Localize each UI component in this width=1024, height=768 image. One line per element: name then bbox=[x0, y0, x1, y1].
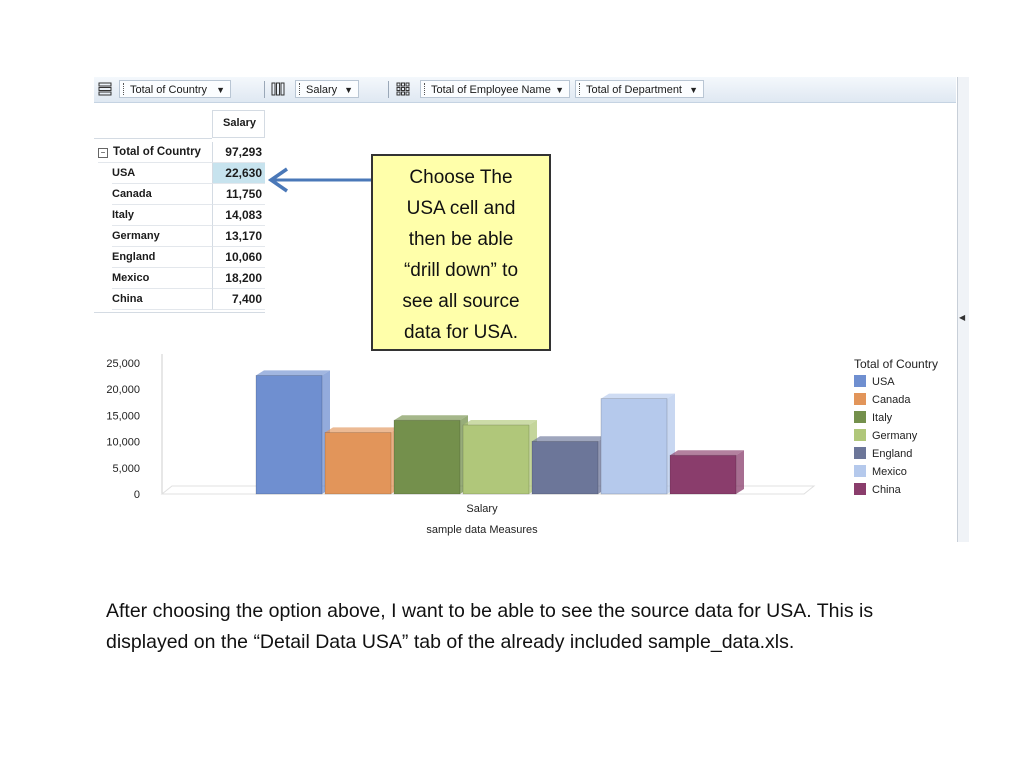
value-cell[interactable]: 18,200 bbox=[212, 268, 265, 289]
salary-column-header[interactable]: Salary bbox=[212, 110, 265, 138]
rows-dropdown[interactable]: Total of Country ▼ bbox=[119, 80, 231, 98]
total-row-label[interactable]: − Total of Country bbox=[98, 142, 212, 163]
callout-line: then be able bbox=[408, 229, 514, 250]
table-row-total: − Total of Country 97,293 bbox=[94, 142, 265, 163]
callout-line: see all source bbox=[402, 291, 520, 312]
value-cell[interactable]: 7,400 bbox=[212, 289, 265, 310]
legend-label: USA bbox=[872, 376, 895, 388]
legend-swatch bbox=[854, 411, 866, 423]
legend-label: Mexico bbox=[872, 466, 907, 478]
table-row: Germany 13,170 bbox=[94, 226, 265, 247]
table-row: Mexico 18,200 bbox=[94, 268, 265, 289]
y-tick-label: 20,000 bbox=[106, 384, 140, 396]
legend-item-germany[interactable]: Germany bbox=[854, 427, 938, 445]
legend-label: Canada bbox=[872, 394, 911, 406]
instruction-callout: Choose The USA cell and then be able “dr… bbox=[371, 154, 551, 351]
bar-mexico[interactable] bbox=[600, 393, 675, 495]
row-label[interactable]: England bbox=[112, 247, 212, 268]
table-row: China 7,400 bbox=[94, 289, 265, 310]
legend-item-italy[interactable]: Italy bbox=[854, 409, 938, 427]
legend-label: Italy bbox=[872, 412, 893, 424]
filter-grid-icon bbox=[396, 82, 410, 96]
callout-line: “drill down” to bbox=[403, 260, 519, 281]
chevron-down-icon: ▼ bbox=[689, 85, 698, 95]
columns-icon bbox=[271, 82, 285, 96]
legend-swatch bbox=[854, 375, 866, 387]
pointer-arrow bbox=[267, 167, 371, 193]
bar-england[interactable] bbox=[531, 436, 606, 495]
toolbar-divider bbox=[388, 81, 389, 98]
legend-items: USA Canada Italy Germany England Mexico China bbox=[854, 373, 938, 499]
value-cell[interactable]: 13,170 bbox=[212, 226, 265, 247]
y-tick-label: 10,000 bbox=[106, 437, 140, 449]
legend-item-usa[interactable]: USA bbox=[854, 373, 938, 391]
row-label[interactable]: USA bbox=[112, 163, 212, 184]
legend-label: China bbox=[872, 484, 901, 496]
row-label[interactable]: Mexico bbox=[112, 268, 212, 289]
department-filter-dropdown[interactable]: Total of Department ▼ bbox=[575, 80, 704, 98]
callout-line: data for USA. bbox=[403, 322, 519, 343]
table-row: Canada 11,750 bbox=[94, 184, 265, 205]
y-tick-label: 5,000 bbox=[112, 463, 140, 475]
table-row: Italy 14,083 bbox=[94, 205, 265, 226]
y-tick-label: 25,000 bbox=[106, 358, 140, 370]
x-category-label: Salary bbox=[466, 503, 498, 515]
rows-icon bbox=[98, 82, 112, 96]
y-tick-label: 15,000 bbox=[106, 410, 140, 422]
legend-swatch bbox=[854, 393, 866, 405]
chevron-down-icon: ▼ bbox=[216, 85, 225, 95]
right-pane-border bbox=[957, 77, 969, 542]
legend-item-mexico[interactable]: Mexico bbox=[854, 463, 938, 481]
value-cell[interactable]: 11,750 bbox=[212, 184, 265, 205]
callout-line: Choose The bbox=[409, 167, 513, 188]
row-label[interactable]: Germany bbox=[112, 226, 212, 247]
bar-germany[interactable] bbox=[462, 419, 537, 495]
chart-subtitle: sample data Measures bbox=[426, 524, 538, 536]
collapse-minus-icon[interactable]: − bbox=[98, 148, 108, 158]
legend-item-canada[interactable]: Canada bbox=[854, 391, 938, 409]
usa-value-cell[interactable]: 22,630 bbox=[212, 163, 265, 184]
chevron-down-icon: ▼ bbox=[555, 85, 564, 95]
chevron-down-icon: ▼ bbox=[344, 85, 353, 95]
legend-label: Germany bbox=[872, 430, 918, 442]
chart-legend: Total of Country USA Canada Italy Germany En… bbox=[854, 357, 938, 499]
row-label[interactable]: Italy bbox=[112, 205, 212, 226]
employee-filter-dropdown[interactable]: Total of Employee Name ▼ bbox=[420, 80, 570, 98]
chart-canvas: 25,000 20,000 15,000 10,000 5,000 0 Salary samp… bbox=[106, 354, 816, 536]
salary-bar-chart: 25,000 20,000 15,000 10,000 5,000 0 Salary samp… bbox=[94, 352, 954, 542]
legend-swatch bbox=[854, 465, 866, 477]
header-divider bbox=[94, 138, 212, 139]
legend-title: Total of Country bbox=[854, 357, 939, 371]
value-cell[interactable]: 10,060 bbox=[212, 247, 265, 268]
description-text: After choosing the option above, I want … bbox=[106, 600, 874, 653]
y-tick-label: 0 bbox=[134, 489, 140, 501]
legend-item-china[interactable]: China bbox=[854, 481, 938, 499]
callout-line: USA cell and bbox=[406, 198, 516, 219]
legend-swatch bbox=[854, 447, 866, 459]
table-bottom-border bbox=[94, 312, 265, 313]
legend-label: England bbox=[872, 448, 913, 460]
table-row: USA 22,630 bbox=[94, 163, 265, 184]
bar-canada[interactable] bbox=[324, 427, 399, 495]
bar-italy[interactable] bbox=[393, 415, 468, 495]
table-row: England 10,060 bbox=[94, 247, 265, 268]
legend-swatch bbox=[854, 483, 866, 495]
pivot-toolbar: Total of Country ▼ Salary ▼ Total of Emp… bbox=[94, 77, 956, 103]
legend-swatch bbox=[854, 429, 866, 441]
row-label[interactable]: China bbox=[112, 289, 212, 310]
row-label[interactable]: Canada bbox=[112, 184, 212, 205]
bar-usa[interactable] bbox=[255, 370, 330, 495]
bar-china[interactable] bbox=[669, 450, 744, 495]
collapse-arrow-icon[interactable]: ◀ bbox=[959, 313, 965, 322]
columns-dropdown[interactable]: Salary ▼ bbox=[295, 80, 359, 98]
total-value-cell[interactable]: 97,293 bbox=[212, 142, 265, 163]
legend-item-england[interactable]: England bbox=[854, 445, 938, 463]
toolbar-divider bbox=[264, 81, 265, 98]
value-cell[interactable]: 14,083 bbox=[212, 205, 265, 226]
